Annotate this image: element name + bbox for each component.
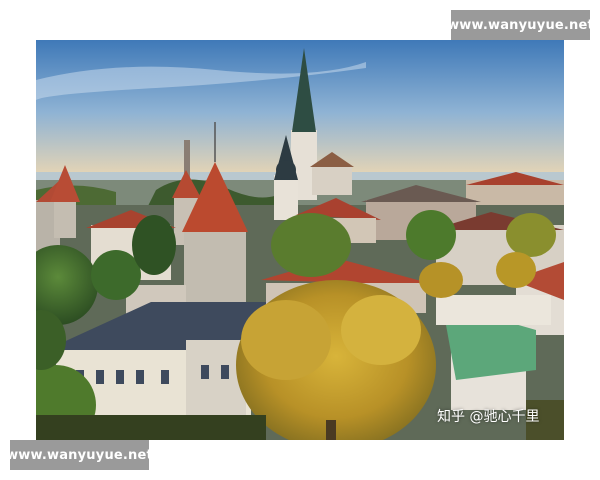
city-panorama-image [36, 40, 564, 440]
city-photo [36, 40, 564, 440]
photo-credit: 知乎 @驰心千里 [437, 409, 540, 425]
watermark-top: www.wanyuyue.net [447, 10, 594, 40]
watermark-bottom: www.wanyuyue.net [6, 440, 153, 470]
cone-tower [184, 230, 246, 305]
